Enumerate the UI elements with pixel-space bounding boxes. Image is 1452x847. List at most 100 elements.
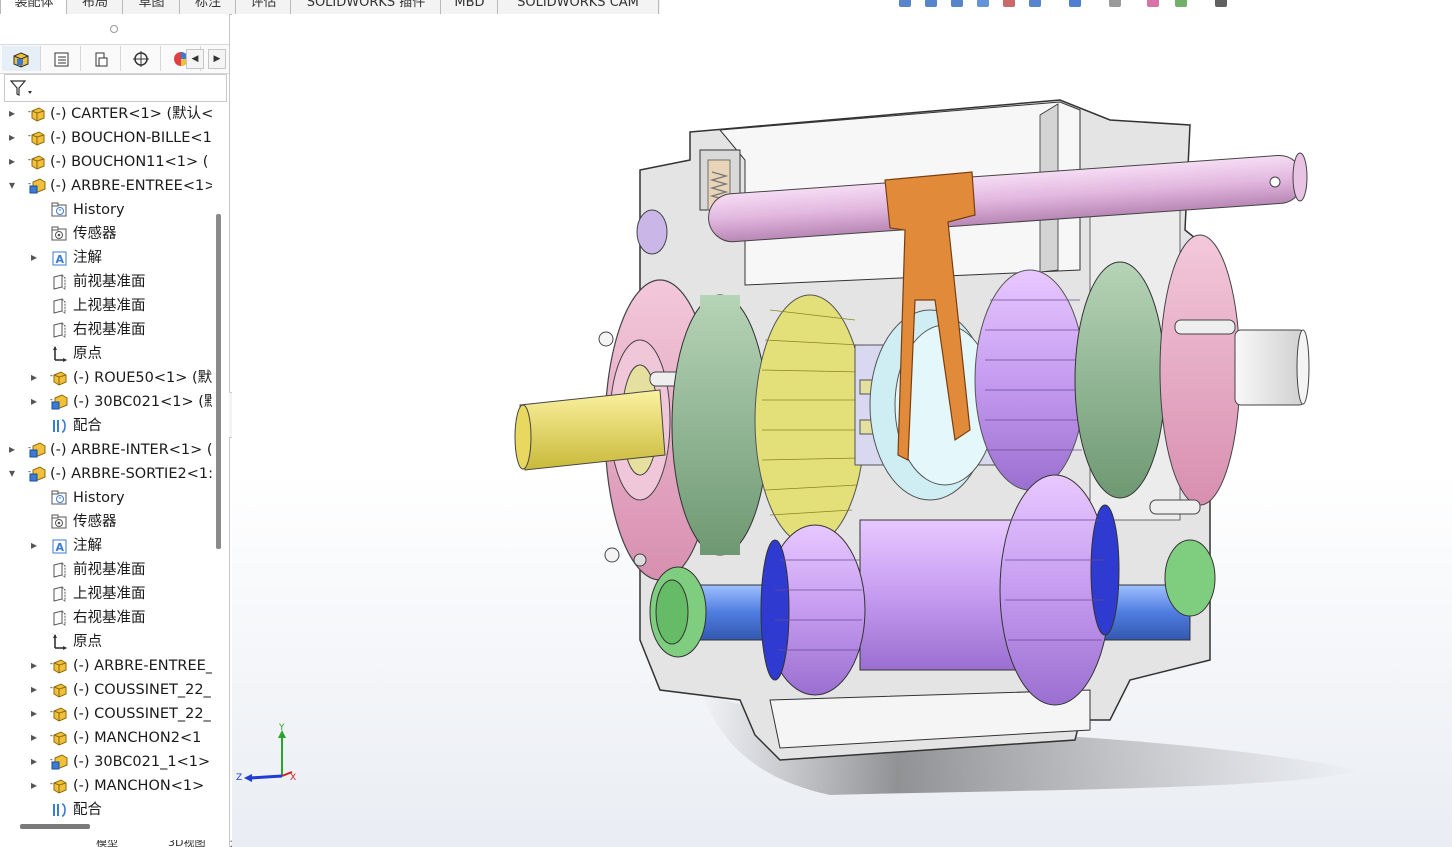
tree-item-label: 配合 (73, 418, 102, 434)
graphics-area[interactable] (232, 14, 1452, 847)
expand-arrow-icon[interactable]: ▸ (7, 155, 17, 167)
command-tab[interactable]: 标注 (179, 0, 237, 15)
tree-item[interactable]: 前视基准面 (0, 558, 212, 582)
tree-item[interactable]: 右视基准面 (0, 318, 212, 342)
expand-arrow-icon[interactable]: ▸ (29, 539, 39, 551)
manager-tab[interactable] (42, 46, 81, 71)
tree-item[interactable]: 传感器 (0, 510, 212, 534)
view-orientation-icon[interactable] (1027, 0, 1043, 10)
tree-item[interactable]: ▸ - (-) BOUCHON-BILLE<1 (0, 126, 212, 150)
expand-arrow-icon[interactable]: ▸ (29, 755, 39, 767)
tree-item-label: (-) ARBRE-INTER<1> ( (50, 442, 212, 458)
view-settings-icon[interactable] (1213, 0, 1229, 10)
tree-item[interactable]: ▸ A 注解 (0, 246, 212, 270)
command-tab[interactable]: 评估 (235, 0, 292, 15)
expand-arrow-icon[interactable]: ▸ (7, 107, 17, 119)
tree-item[interactable]: ▸ - (-) ARBRE-ENTREE_ (0, 654, 212, 678)
svg-text:-: - (50, 755, 53, 764)
tree-item[interactable]: ▸ - (-) ARBRE-INTER<1> ( (0, 438, 212, 462)
tree-item[interactable]: ▸ - (-) MANCHON2<1 (0, 726, 212, 750)
plane-icon (53, 562, 66, 578)
expand-arrow-icon[interactable]: ▸ (29, 251, 39, 263)
sensor-folder-icon (51, 226, 67, 241)
svg-text:A: A (56, 253, 65, 266)
tree-item[interactable]: ▸ A 注解 (0, 534, 212, 558)
dimxpert-manager-icon (133, 50, 149, 67)
dynamic-annotation-icon[interactable] (1001, 0, 1017, 10)
gearbox-model[interactable] (232, 14, 1452, 847)
tree-item[interactable]: 上视基准面 (0, 294, 212, 318)
tree-filter[interactable] (4, 74, 227, 102)
tree-item[interactable]: 前视基准面 (0, 270, 212, 294)
manager-tab[interactable] (2, 46, 41, 71)
expand-arrow-icon[interactable]: ▸ (29, 395, 39, 407)
manager-tab[interactable] (122, 46, 161, 71)
filter-icon[interactable] (7, 76, 35, 100)
apply-scene-icon[interactable] (1173, 0, 1189, 10)
hide-show-icon[interactable] (1107, 0, 1123, 10)
collapse-arrow-icon[interactable]: ▾ (7, 179, 17, 191)
tree-item[interactable]: 传感器 (0, 222, 212, 246)
tree-item[interactable]: 配合 (0, 798, 212, 822)
command-tab[interactable]: 装配体 (0, 0, 68, 15)
command-tab[interactable]: 布局 (66, 0, 124, 15)
bottom-tab[interactable]: 模型 (96, 840, 118, 847)
tree-item[interactable]: ▸ - (-) COUSSINET_22_ (0, 702, 212, 726)
tree-item[interactable]: ▸ - (-) 30BC021<1> (默 (0, 390, 212, 414)
tree-item-label: 配合 (73, 802, 102, 818)
tree-scroll-thumb[interactable] (216, 214, 221, 549)
command-tab[interactable]: MBD (440, 0, 499, 15)
expand-arrow-icon[interactable]: ▸ (29, 371, 39, 383)
tree-item-label: (-) BOUCHON11<1> ( (50, 154, 209, 170)
mates-icon (53, 419, 66, 433)
command-tab[interactable]: 草图 (122, 0, 181, 15)
command-tab[interactable]: SOLIDWORKS CAM (497, 0, 659, 15)
expand-arrow-icon[interactable]: ▸ (29, 731, 39, 743)
tree-item[interactable]: ▸ - (-) MANCHON<1> (0, 774, 212, 798)
tree-item[interactable]: ▾ - (-) ARBRE-ENTREE<1> (0, 174, 212, 198)
tree-item[interactable]: 右视基准面 (0, 606, 212, 630)
tree-horizontal-scroll-thumb[interactable] (20, 824, 90, 829)
expand-arrow-icon[interactable]: ▸ (29, 707, 39, 719)
tree-item[interactable]: History (0, 486, 212, 510)
tree-item[interactable]: ▸ - (-) CARTER<1> (默认< (0, 102, 212, 126)
zoom-to-fit-icon[interactable] (897, 0, 913, 10)
triad-y-label: Y (278, 723, 285, 733)
tree-item[interactable]: ▾ - (-) ARBRE-SORTIE2<1: (0, 462, 212, 486)
section-view-icon[interactable] (975, 0, 991, 10)
expand-arrow-icon[interactable]: ▸ (29, 779, 39, 791)
property-manager-icon (54, 52, 69, 66)
svg-text:-: - (28, 155, 31, 164)
tree-item[interactable]: 原点 (0, 630, 212, 654)
plane-icon (53, 610, 66, 626)
expand-arrow-icon[interactable]: ▸ (7, 443, 17, 455)
previous-view-icon[interactable] (949, 0, 965, 10)
tree-item[interactable]: 原点 (0, 342, 212, 366)
tabs-scroll-left-icon[interactable]: ◀ (186, 49, 204, 69)
tree-item-label: 原点 (73, 346, 102, 362)
tree-item-label: (-) MANCHON<1> (73, 778, 205, 794)
edit-appearance-icon[interactable] (1145, 0, 1161, 10)
expand-arrow-icon[interactable]: ▸ (29, 659, 39, 671)
tree-item[interactable]: 上视基准面 (0, 582, 212, 606)
svg-text:-: - (28, 107, 31, 116)
tree-item[interactable]: ▸ - (-) BOUCHON11<1> ( (0, 150, 212, 174)
tree-item[interactable]: ▸ - (-) ROUE50<1> (默 (0, 366, 212, 390)
expand-arrow-icon[interactable]: ▸ (29, 683, 39, 695)
tree-item-label: 右视基准面 (73, 322, 146, 338)
manager-tab[interactable] (82, 46, 121, 71)
command-tab[interactable]: SOLIDWORKS 插件 (290, 0, 442, 15)
tree-item[interactable]: ▸ - (-) 30BC021_1<1> (0, 750, 212, 774)
zoom-area-icon[interactable] (923, 0, 939, 10)
expand-arrow-icon[interactable]: ▸ (7, 131, 17, 143)
tree-item[interactable]: History (0, 198, 212, 222)
part-icon: - (50, 371, 67, 386)
origin-icon (53, 346, 67, 362)
tree-item[interactable]: 配合 (0, 414, 212, 438)
display-style-icon[interactable] (1067, 0, 1083, 10)
collapse-arrow-icon[interactable]: ▾ (7, 467, 17, 479)
panel-grip-icon[interactable] (110, 25, 118, 33)
bottom-tab[interactable]: 3D视图 (168, 840, 205, 847)
tabs-scroll-right-icon[interactable]: ▶ (208, 49, 226, 69)
tree-item[interactable]: ▸ - (-) COUSSINET_22_ (0, 678, 212, 702)
